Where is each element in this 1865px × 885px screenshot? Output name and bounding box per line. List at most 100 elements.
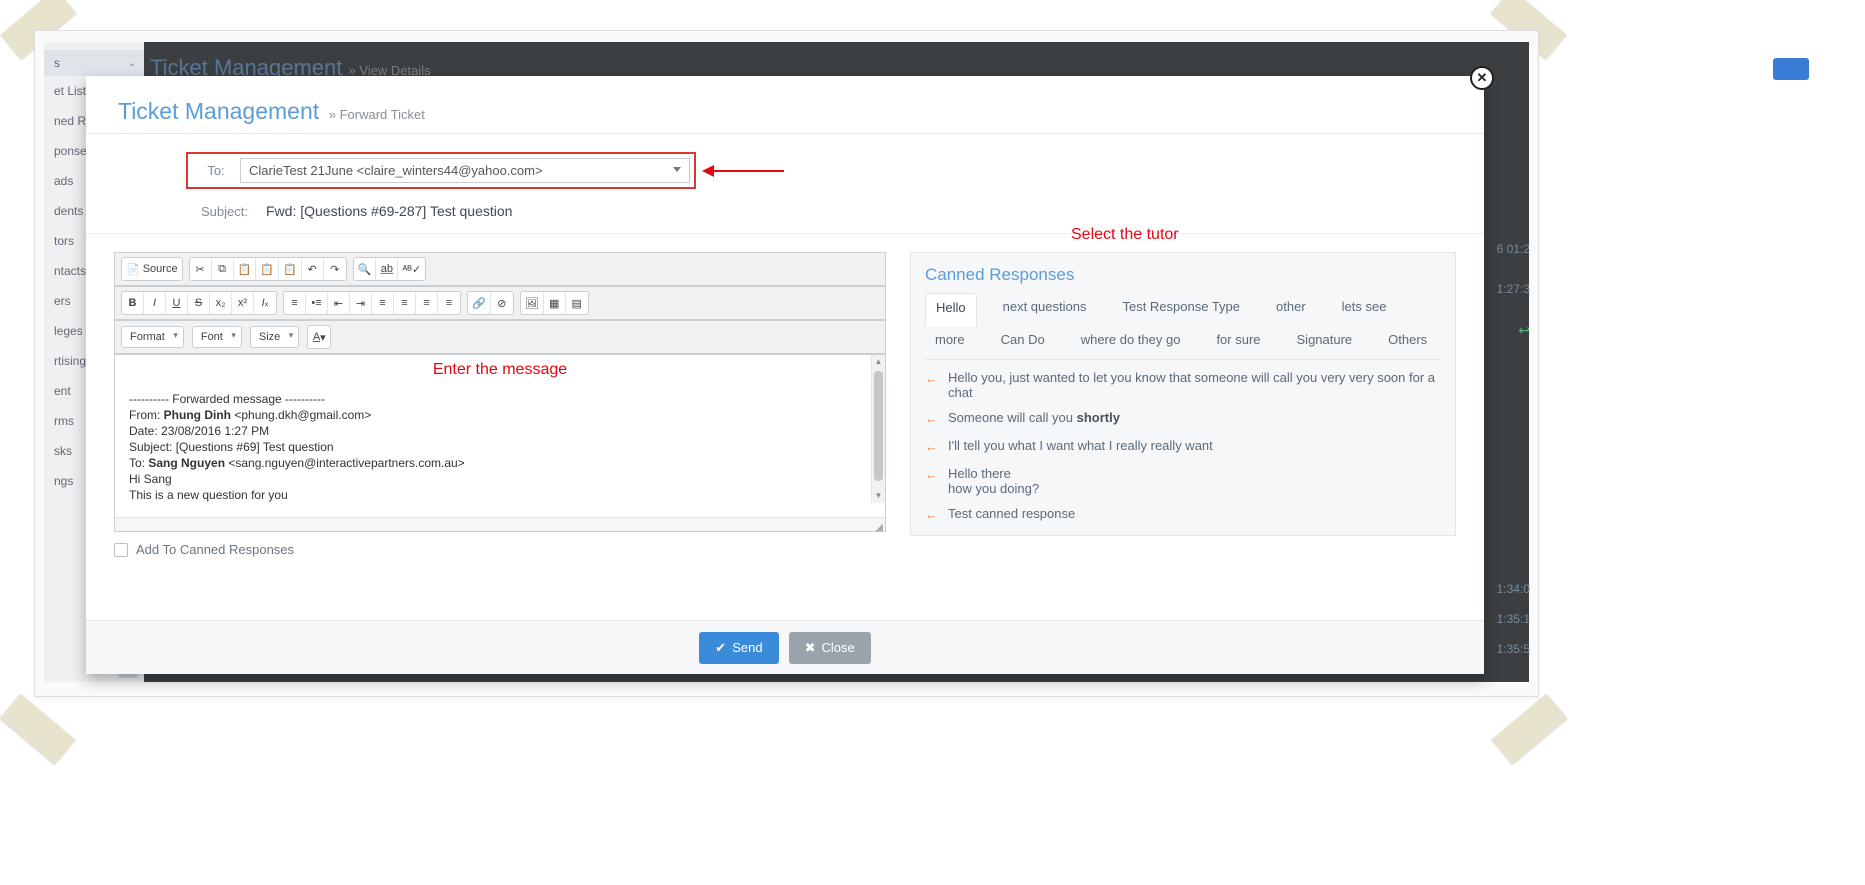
underline-icon[interactable]: U [166, 292, 188, 314]
chevron-down-icon: ⌄ [128, 58, 136, 69]
arrow-left-icon: ← [925, 466, 938, 484]
canned-response-text: I'll tell you what I want what I really … [948, 438, 1213, 453]
reply-icon[interactable]: ↩ [1518, 322, 1530, 339]
canned-tab[interactable]: Hello [925, 293, 977, 327]
canned-tab[interactable]: Signature [1287, 326, 1363, 353]
align-left-icon[interactable]: ≡ [372, 292, 394, 314]
align-right-icon[interactable]: ≡ [416, 292, 438, 314]
spellcheck-icon[interactable]: ᴬᴮ✓ [398, 258, 425, 280]
undo-icon[interactable]: ↶ [302, 258, 324, 280]
copy-icon[interactable]: ⧉ [212, 258, 234, 280]
close-button[interactable]: ✖ Close [789, 632, 871, 664]
arrow-annotation-icon [714, 170, 784, 172]
canned-tab[interactable]: Can Do [991, 326, 1055, 353]
arrow-left-icon: ← [925, 410, 938, 428]
superscript-icon[interactable]: x² [232, 292, 254, 314]
editor-toolbar-row2: B I U S x₂ x² Iₓ ≡ •≡ ⇤ ⇥ ≡ ≡ [115, 286, 885, 320]
add-to-canned-row: Add To Canned Responses [114, 532, 886, 557]
subscript-icon[interactable]: x₂ [210, 292, 232, 314]
scroll-up-icon[interactable]: ▲ [874, 357, 883, 369]
resize-handle[interactable] [115, 517, 885, 531]
timestamp: 6 01:2 [1497, 242, 1530, 256]
remove-format-icon[interactable]: Iₓ [254, 292, 276, 314]
canned-responses-title: Canned Responses [925, 265, 1441, 285]
source-label: Source [143, 263, 178, 275]
redo-icon[interactable]: ↷ [324, 258, 346, 280]
canned-response-item[interactable]: ← Someone will call you shortly [925, 410, 1441, 428]
timestamp: 1:34:0 [1497, 582, 1530, 596]
strike-icon[interactable]: S [188, 292, 210, 314]
canned-tab[interactable]: lets see [1332, 293, 1397, 320]
send-button[interactable]: ✔ Send [699, 632, 778, 664]
bold-icon[interactable]: B [122, 292, 144, 314]
canned-responses-tabs: Hello next questions Test Response Type oth… [925, 293, 1441, 360]
subject-value: Fwd: [Questions #69-287] Test question [266, 203, 512, 219]
modal-footer: ✔ Send ✖ Close [86, 620, 1484, 674]
canned-tab[interactable]: Test Response Type [1112, 293, 1250, 320]
italic-icon[interactable]: I [144, 292, 166, 314]
to-field-highlight: To: ClarieTest 21June <claire_winters44@… [186, 152, 696, 189]
horizontal-rule-icon[interactable]: ▤ [566, 292, 588, 314]
image-icon[interactable]: 🖼 [521, 292, 544, 314]
add-to-canned-checkbox[interactable] [114, 543, 128, 557]
editor-body[interactable]: Enter the message ---------- Forwarded m… [115, 354, 885, 517]
align-justify-icon[interactable]: ≡ [438, 292, 460, 314]
close-x-icon: ✖ [805, 640, 816, 656]
cut-icon[interactable]: ✂ [190, 258, 212, 280]
bullet-list-icon[interactable]: •≡ [306, 292, 328, 314]
table-icon[interactable]: ▦ [544, 292, 566, 314]
sidebar-head[interactable]: s ⌄ [44, 50, 144, 76]
canned-tab[interactable]: for sure [1206, 326, 1270, 353]
canned-response-item[interactable]: ←Test canned response [925, 506, 1441, 524]
canned-tab[interactable]: Others [1378, 326, 1437, 353]
text-color-icon[interactable]: A ▾ [308, 326, 330, 348]
right-timestamps: 6 01:2 1:27:3 ↩ 1:34:0 1:35:1 1:35:5 [1480, 42, 1534, 682]
canned-tab[interactable]: other [1266, 293, 1316, 320]
arrow-left-icon: ← [925, 506, 938, 524]
scrollbar[interactable]: ▲ ▼ [871, 355, 885, 503]
page-action-button[interactable] [1773, 58, 1809, 80]
sidebar-head-label: s [54, 56, 60, 70]
size-select[interactable]: Size [250, 326, 299, 348]
annotation-select-tutor: Select the tutor [1071, 226, 1179, 244]
source-button[interactable]: 📄 Source [122, 258, 182, 280]
breadcrumb: » Forward Ticket [329, 107, 425, 122]
canned-tab[interactable]: more [925, 326, 975, 353]
scroll-thumb[interactable] [874, 371, 883, 481]
indent-icon[interactable]: ⇥ [350, 292, 372, 314]
caret-down-icon [673, 167, 681, 172]
subject-label: Subject: [186, 204, 266, 219]
format-select[interactable]: Format [121, 326, 184, 348]
align-center-icon[interactable]: ≡ [394, 292, 416, 314]
timestamp: 1:35:1 [1497, 612, 1530, 626]
send-label: Send [732, 640, 762, 655]
link-icon[interactable]: 🔗 [468, 292, 491, 314]
canned-tab[interactable]: where do they go [1071, 326, 1191, 353]
timestamp: 1:35:5 [1497, 642, 1530, 656]
unlink-icon[interactable]: ⊘ [491, 292, 513, 314]
editor-toolbar-row1: 📄 Source ✂ ⧉ 📋 📋 📋 ↶ ↷ 🔍 [115, 253, 885, 286]
canned-responses-list: ←Hello you, just wanted to let you know … [925, 370, 1441, 524]
canned-tab[interactable]: next questions [993, 293, 1097, 320]
font-select[interactable]: Font [192, 326, 242, 348]
numbered-list-icon[interactable]: ≡ [284, 292, 306, 314]
find-icon[interactable]: 🔍 [354, 258, 377, 280]
to-select[interactable]: ClarieTest 21June <claire_winters44@yaho… [240, 158, 690, 183]
canned-response-item[interactable]: ← I'll tell you what I want what I really… [925, 438, 1441, 456]
annotation-enter-message: Enter the message [115, 361, 885, 379]
arrow-left-icon: ← [925, 438, 938, 456]
outdent-icon[interactable]: ⇤ [328, 292, 350, 314]
canned-response-item[interactable]: ← Hello therehow you doing? [925, 466, 1441, 496]
paste-text-icon[interactable]: 📋 [256, 258, 279, 280]
canned-response-text: Someone will call you shortly [948, 410, 1120, 425]
timestamp: 1:27:3 [1497, 282, 1530, 296]
check-icon: ✔ [715, 640, 726, 656]
close-icon[interactable]: ✕ [1470, 66, 1494, 90]
scroll-down-icon[interactable]: ▼ [874, 491, 883, 503]
paste-icon[interactable]: 📋 [234, 258, 257, 280]
replace-icon[interactable]: a̲b̲ [376, 258, 398, 280]
canned-response-item[interactable]: ←Hello you, just wanted to let you know … [925, 370, 1441, 400]
tape-br [1491, 694, 1567, 765]
canned-response-text: Hello therehow you doing? [948, 466, 1039, 496]
paste-word-icon[interactable]: 📋 [279, 258, 302, 280]
